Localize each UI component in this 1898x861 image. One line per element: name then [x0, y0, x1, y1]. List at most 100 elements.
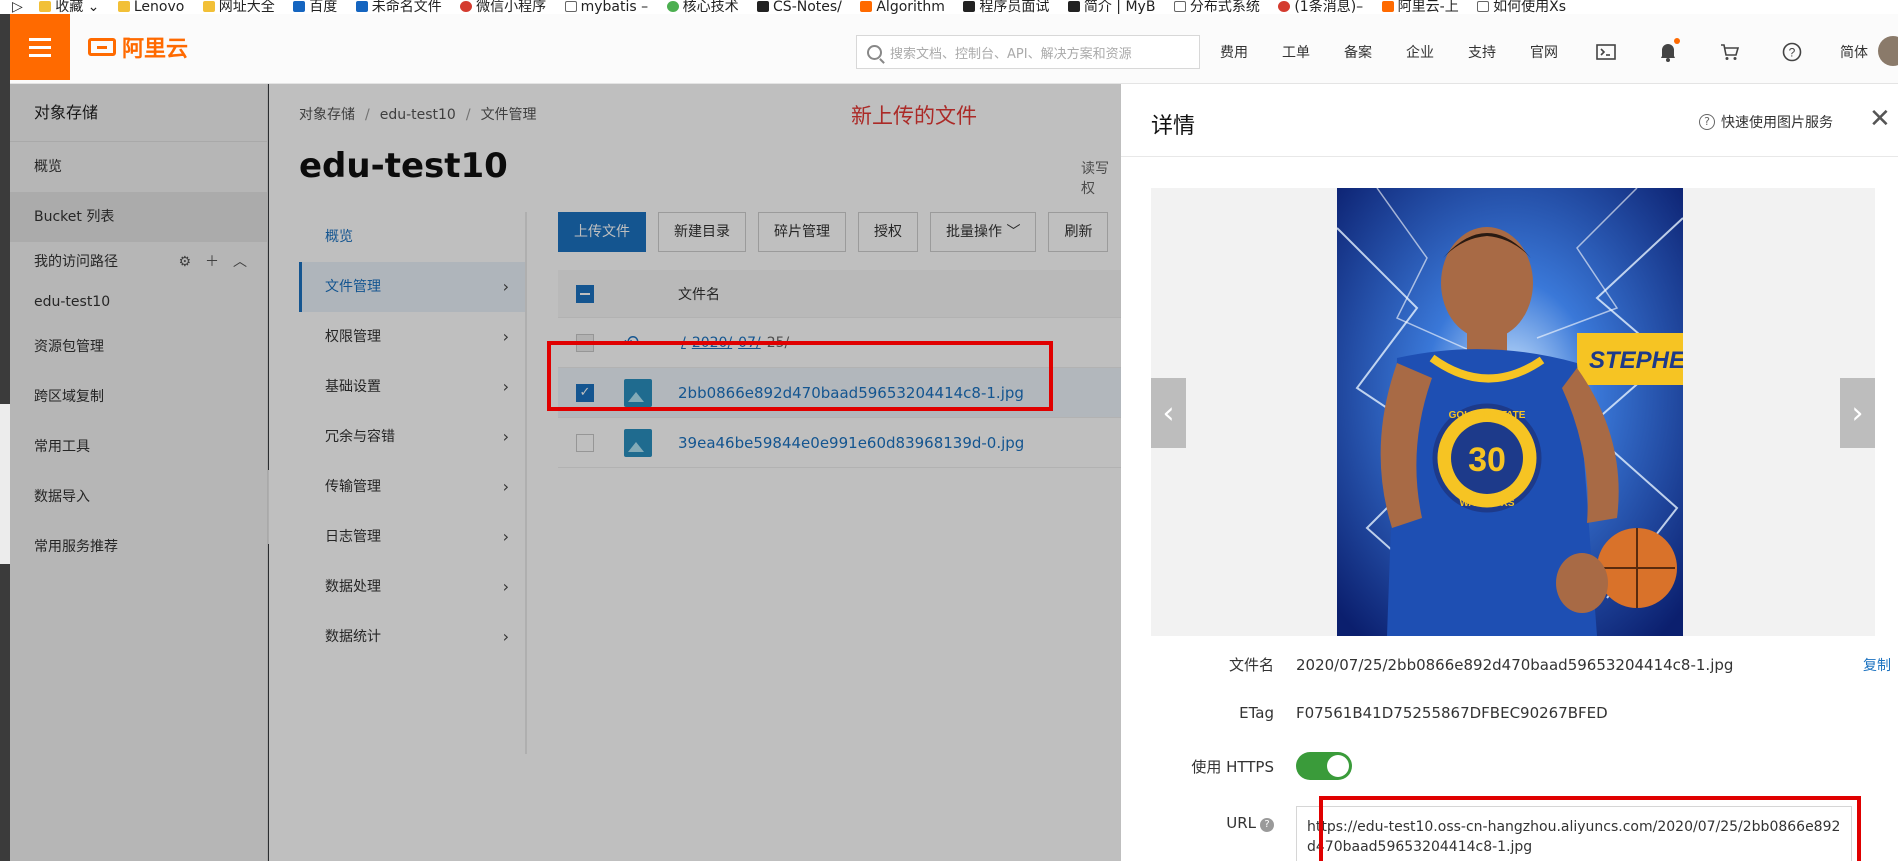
subnav-data-processing[interactable]: 数据处理 › — [299, 562, 525, 612]
subnav-overview[interactable]: 概览 — [299, 212, 525, 262]
svg-text:?: ? — [1789, 46, 1796, 60]
help-icon[interactable]: ? — [1778, 38, 1806, 66]
jersey-number-text: 30 — [1468, 441, 1506, 479]
back-arrow-icon[interactable]: ↶ — [624, 332, 639, 353]
sidebar-item-tools[interactable]: 常用工具 — [10, 422, 267, 472]
select-all-checkbox[interactable] — [576, 284, 594, 303]
bookmark-item[interactable]: 收藏 ⌄ — [39, 0, 99, 14]
close-icon[interactable]: ✕ — [1869, 106, 1891, 132]
batch-ops-button[interactable]: 批量操作 ﹀ — [930, 212, 1037, 252]
current-path: / 2020/ 07/ 25/ — [681, 335, 789, 351]
chevron-up-icon[interactable]: ︿ — [233, 242, 247, 282]
gear-icon[interactable]: ⚙ — [178, 242, 191, 282]
rw-permission-label: 读写权 — [1081, 161, 1109, 197]
upload-button[interactable]: 上传文件 — [558, 212, 646, 252]
nav-record[interactable]: 备案 — [1344, 42, 1372, 62]
top-bar: 阿里云 搜索文档、控制台、API、解决方案和资源 费用 工单 备案 企业 支持 … — [10, 14, 1898, 84]
nav-ticket[interactable]: 工单 — [1282, 42, 1310, 62]
detail-drawer: 详情 ?快速使用图片服务 ✕ STEPHEN — [1121, 84, 1898, 861]
search-placeholder: 搜索文档、控制台、API、解决方案和资源 — [890, 46, 1132, 62]
banner-text: STEPHEN — [1589, 347, 1683, 374]
fragments-button[interactable]: 碎片管理 — [758, 212, 846, 252]
bookmark-item[interactable]: mybatis – — [564, 0, 648, 14]
terminal-icon[interactable] — [1592, 38, 1620, 66]
drawer-title: 详情 — [1151, 114, 1196, 139]
menu-icon[interactable] — [10, 14, 70, 80]
bucket-subnav: 概览 文件管理 › 权限管理 › 基础设置 › 冗余与容错 › 传输管理 › 日志管理 › … — [299, 212, 527, 754]
sidebar-item-recommended[interactable]: 常用服务推荐 — [10, 522, 267, 572]
window-edge-handle — [0, 404, 10, 564]
sidebar-item-cross-region[interactable]: 跨区域复制 — [10, 372, 267, 422]
search-input[interactable]: 搜索文档、控制台、API、解决方案和资源 — [856, 35, 1200, 69]
bookmark-item[interactable]: 未命名文件 — [355, 0, 442, 14]
bell-icon[interactable] — [1654, 38, 1682, 66]
table-row-path: ↶ / 2020/ 07/ 25/ — [558, 318, 1121, 368]
bookmark-item[interactable]: 百度 — [293, 0, 337, 14]
file-name-link[interactable]: 2bb0866e892d470baad59653204414c8-1.jpg — [678, 384, 1024, 402]
bookmark-item[interactable]: 微信小程序 — [460, 0, 546, 14]
image-file-icon — [624, 378, 652, 407]
table-header: 文件名 — [558, 270, 1121, 318]
authorize-button[interactable]: 授权 — [858, 212, 918, 252]
aliyun-logo[interactable]: 阿里云 — [88, 34, 188, 62]
bookmark-item[interactable]: 分布式系统 — [1173, 0, 1260, 14]
subnav-file-manage[interactable]: 文件管理 › — [299, 262, 525, 312]
subnav-permissions[interactable]: 权限管理 › — [299, 312, 525, 362]
chevron-right-icon: › — [502, 527, 509, 546]
window-edge — [0, 14, 10, 861]
subnav-basic-settings[interactable]: 基础设置 › — [299, 362, 525, 412]
subnav-logs[interactable]: 日志管理 › — [299, 512, 525, 562]
image-service-help-link[interactable]: ? 快速使用图片服务 — [1699, 112, 1833, 132]
notification-dot — [1674, 38, 1680, 44]
row-checkbox[interactable]: ✓ — [576, 383, 594, 402]
plus-icon[interactable]: ＋ — [205, 242, 219, 282]
sidebar-item-bucket-link[interactable]: edu-test10 — [10, 282, 267, 322]
etag-label: ETag — [1239, 704, 1274, 722]
nav-fee[interactable]: 费用 — [1220, 42, 1248, 62]
sidebar-item-data-import[interactable]: 数据导入 — [10, 472, 267, 522]
nav-official-site[interactable]: 官网 — [1530, 42, 1558, 62]
sidebar-item-bucket-list[interactable]: Bucket 列表 — [10, 192, 267, 242]
bookmark-item[interactable]: Algorithm — [860, 0, 945, 14]
help-icon[interactable]: ? — [1260, 818, 1274, 832]
bookmark-item[interactable]: 程序员面试 — [963, 0, 1049, 14]
bookmark-item[interactable]: 如何使用Xs — [1477, 0, 1566, 14]
bookmark-item[interactable]: 核心技术 — [666, 0, 739, 14]
bookmark-item[interactable]: (1条消息)– — [1278, 0, 1363, 14]
nav-enterprise[interactable]: 企业 — [1406, 42, 1434, 62]
sidebar-item-resource-packages[interactable]: 资源包管理 — [10, 322, 267, 372]
file-name-link[interactable]: 39ea46be59844e0e991e60d83968139d-0.jpg — [678, 434, 1024, 452]
refresh-button[interactable]: 刷新 — [1048, 212, 1109, 252]
algo-icon — [860, 1, 873, 12]
path-year[interactable]: 2020/ — [692, 335, 732, 351]
breadcrumb-bucket[interactable]: edu-test10 — [380, 107, 456, 123]
row-checkbox[interactable] — [576, 433, 594, 452]
bookmark-item[interactable]: 简介 | MyB — [1067, 0, 1155, 14]
breadcrumb-oss[interactable]: 对象存储 — [299, 107, 355, 123]
subnav-statistics[interactable]: 数据统计 › — [299, 612, 525, 662]
prev-image-button[interactable]: ‹ — [1151, 378, 1186, 448]
bookmark-item[interactable]: Lenovo — [117, 0, 184, 14]
bookmark-item[interactable]: CS-Notes/ — [757, 0, 842, 14]
access-path-label: 我的访问路径 — [34, 254, 118, 270]
url-textarea[interactable]: https://edu-test10.oss-cn-hangzhou.aliyu… — [1296, 806, 1852, 861]
subnav-transfer[interactable]: 传输管理 › — [299, 462, 525, 512]
language-switch[interactable]: 简体 — [1840, 42, 1868, 62]
sidebar-item-overview[interactable]: 概览 — [10, 142, 267, 192]
copy-link[interactable]: 复制 — [1863, 655, 1891, 675]
table-row[interactable]: 39ea46be59844e0e991e60d83968139d-0.jpg — [558, 418, 1121, 468]
table-row[interactable]: ✓ 2bb0866e892d470baad59653204414c8-1.jpg — [558, 368, 1121, 418]
new-folder-button[interactable]: 新建目录 — [658, 212, 746, 252]
cart-icon[interactable] — [1716, 38, 1744, 66]
annotation-label: 新上传的文件 — [851, 104, 977, 128]
https-toggle[interactable] — [1296, 752, 1352, 780]
nav-support[interactable]: 支持 — [1468, 42, 1496, 62]
subnav-redundancy[interactable]: 冗余与容错 › — [299, 412, 525, 462]
bookmark-nav-arrow[interactable]: ▷ — [12, 0, 23, 14]
path-root[interactable]: / — [681, 335, 686, 351]
bookmark-item[interactable]: 网址大全 — [202, 0, 275, 14]
next-image-button[interactable]: › — [1840, 378, 1875, 448]
path-month[interactable]: 07/ — [738, 335, 761, 351]
filename-value: 2020/07/25/2bb0866e892d470baad5965320441… — [1296, 655, 1734, 674]
bookmark-item[interactable]: 阿里云-上 — [1381, 0, 1459, 14]
